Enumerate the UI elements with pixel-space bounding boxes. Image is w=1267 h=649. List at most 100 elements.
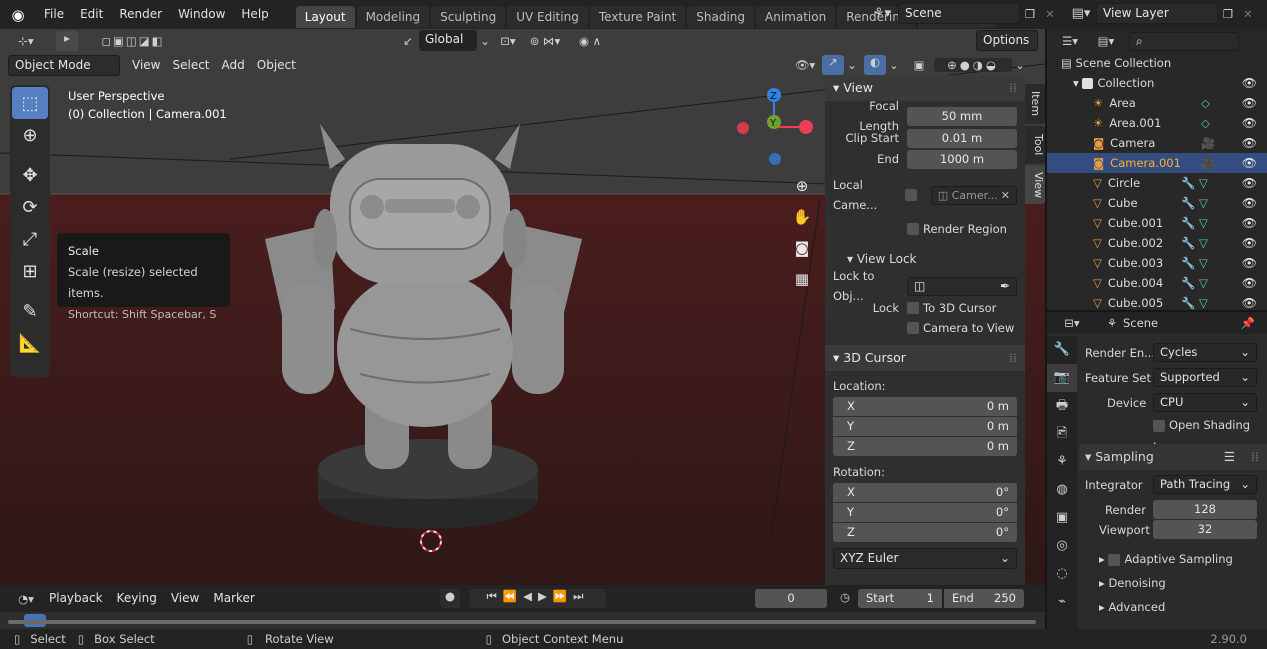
pin-icon[interactable]: 📌 [1241,316,1255,330]
gizmo-toggle-icon[interactable]: ↗ [822,55,844,75]
tab-sculpting[interactable]: Sculpting [431,5,506,28]
rotate-tool[interactable]: ⟳ [12,191,48,223]
visibility-icon[interactable]: 👁▾ [788,58,822,72]
mode-dropdown[interactable]: Object Mode [8,54,120,76]
render-engine-dropdown[interactable]: Cycles ⌄ [1153,343,1257,362]
local-camera-checkbox[interactable] [905,189,917,201]
mesh-data-icon[interactable]: 🔧 ▽ [1181,293,1208,313]
clear-icon[interactable]: ✕ [1001,187,1010,204]
overlay-toggle-icon[interactable]: ◐ [864,55,886,75]
eye-icon[interactable]: 👁 [1242,253,1257,273]
close-scene-icon[interactable]: ✕ [1040,7,1060,21]
blender-logo-icon[interactable]: ◉ [0,6,36,24]
menu-edit[interactable]: Edit [72,0,111,29]
rotation-mode-dropdown[interactable]: XYZ Euler ⌄ [833,548,1017,569]
3d-cursor-section-header[interactable]: ▾ 3D Cursor ⁞⁞ [825,345,1025,371]
eye-icon[interactable]: 👁 [1242,133,1257,153]
tab-tool[interactable]: Tool [1025,126,1045,164]
outliner-item[interactable]: ▽ Cube.001 🔧 ▽ 👁 [1047,213,1267,233]
light-data-icon[interactable]: ◇ [1201,113,1210,133]
editor-type-icon[interactable]: ☰▾ [1057,34,1083,48]
mesh-data-icon[interactable]: 🔧 ▽ [1181,193,1208,213]
feature-set-dropdown[interactable]: Supported ⌄ [1153,368,1257,387]
chevron-down-icon[interactable]: ⌄ [886,58,902,72]
scale-tool[interactable]: ⤢ [12,223,48,255]
zoom-icon[interactable]: ⊕ [789,171,815,202]
end-frame-field[interactable]: End 250 [944,589,1024,608]
outliner-item[interactable]: ☀ Area.001 ◇ 👁 [1047,113,1267,133]
rotation-z-field[interactable]: Z 0° [833,523,1017,542]
measure-tool[interactable]: 📐 [12,327,48,359]
eye-icon[interactable]: 👁 [1242,73,1257,93]
eye-icon[interactable]: 👁 [1242,173,1257,193]
viewport-menu-object[interactable]: Object [251,54,302,76]
render-region-checkbox[interactable] [907,223,919,235]
viewport-menu-select[interactable]: Select [166,54,215,76]
sampling-section-header[interactable]: ▾ Sampling ☰ ⁞⁞ [1079,444,1267,470]
local-camera-field[interactable]: ◫ Camer... ✕ [930,185,1018,205]
eye-icon[interactable]: 👁 [1242,193,1257,213]
denoising-row[interactable]: ▸ Denoising [1079,572,1267,594]
annotate-tool[interactable]: ✎ [12,295,48,327]
select-box-tool[interactable]: ⬚ [12,87,48,119]
viewport-menu-view[interactable]: View [126,54,166,76]
tab-layout[interactable]: Layout [295,5,355,28]
cursor-tool[interactable]: ⊕ [12,119,48,151]
light-data-icon[interactable]: ◇ [1201,93,1210,113]
copy-view-layer-icon[interactable]: ❐ [1218,7,1238,21]
tab-view[interactable]: View [1025,166,1045,204]
rotation-x-field[interactable]: X 0° [833,483,1017,502]
pan-hand-icon[interactable]: ✋ [789,202,815,233]
shading-mode-icons[interactable]: ⊕●◑◒ [934,58,1012,72]
display-mode-icon[interactable]: ▤▾ [1093,34,1119,48]
mesh-data-icon[interactable]: 🔧 ▽ [1181,273,1208,293]
object-tab-icon[interactable]: ▣ [1047,504,1077,532]
copy-scene-icon[interactable]: ❐ [1020,7,1040,21]
outliner-item[interactable]: ▽ Cube.004 🔧 ▽ 👁 [1047,273,1267,293]
outliner-item[interactable]: ▽ Cube 🔧 ▽ 👁 [1047,193,1267,213]
physics-tab-icon[interactable]: ◌ [1047,560,1077,588]
start-frame-field[interactable]: Start 1 [858,589,942,608]
view-layer-field[interactable]: View Layer [1096,3,1218,24]
outliner-search-input[interactable]: ⌕ [1129,31,1239,51]
proportional-edit-icon[interactable]: ◉ ∧ [567,34,613,48]
tab-uv-editing[interactable]: UV Editing [507,5,588,28]
to-3d-cursor-checkbox[interactable] [907,302,919,314]
location-z-field[interactable]: Z 0 m [833,437,1017,456]
view-layer-tab-icon[interactable]: 🖻 [1047,420,1077,448]
timeline-scrollbar[interactable] [8,620,1036,624]
tab-modeling[interactable]: Modeling [356,5,430,28]
eyedropper-icon[interactable]: ✒ [1000,278,1010,295]
chevron-down-icon[interactable]: ⌄ [1012,58,1028,72]
xray-icon[interactable]: ▣ [908,58,930,72]
eye-icon[interactable]: 👁 [1242,153,1257,173]
camera-data-icon[interactable]: 🎥 [1201,133,1215,153]
transform-tool[interactable]: ⊞ [12,255,48,287]
clip-start-field[interactable]: 0.01 m [907,128,1017,148]
outliner-item[interactable]: ▽ Cube.005 🔧 ▽ 👁 [1047,293,1267,313]
location-x-field[interactable]: X 0 m [833,397,1017,416]
output-tab-icon[interactable]: 🖶 [1047,392,1077,420]
chevron-down-icon[interactable]: ⌄ [844,58,860,72]
device-dropdown[interactable]: CPU ⌄ [1153,393,1257,412]
transport-icons[interactable]: ⏮⏪◀▶⏩⏭ [470,589,606,608]
select-tool-icon[interactable]: ▸ [56,30,78,51]
eye-icon[interactable]: 👁 [1242,233,1257,253]
snap-icon[interactable]: ⊚ ⋈▾ [523,34,567,48]
chevron-down-icon[interactable]: ⌄ [477,34,493,48]
view-layer-icon[interactable]: ▤▾ [1066,6,1096,21]
options-dropdown[interactable]: Options [976,30,1038,51]
menu-window[interactable]: Window [170,0,233,29]
camera-data-icon[interactable]: 🎥 [1201,153,1215,173]
properties-editor-type-icon[interactable]: ⊟▾ [1057,316,1087,330]
tab-animation[interactable]: Animation [756,5,836,28]
outliner-item[interactable]: ▽ Cube.003 🔧 ▽ 👁 [1047,253,1267,273]
camera-view-icon[interactable]: ◙ [789,233,815,264]
mesh-data-icon[interactable]: 🔧 ▽ [1181,233,1208,253]
outliner-item[interactable]: ▽ Cube.002 🔧 ▽ 👁 [1047,233,1267,253]
advanced-row[interactable]: ▸ Advanced [1079,596,1267,618]
current-frame-field[interactable]: 0 [755,589,827,608]
eye-icon[interactable]: 👁 [1242,213,1257,233]
outliner-item[interactable]: ▽ Circle 🔧 ▽ 👁 [1047,173,1267,193]
adaptive-sampling-checkbox[interactable] [1108,553,1121,566]
